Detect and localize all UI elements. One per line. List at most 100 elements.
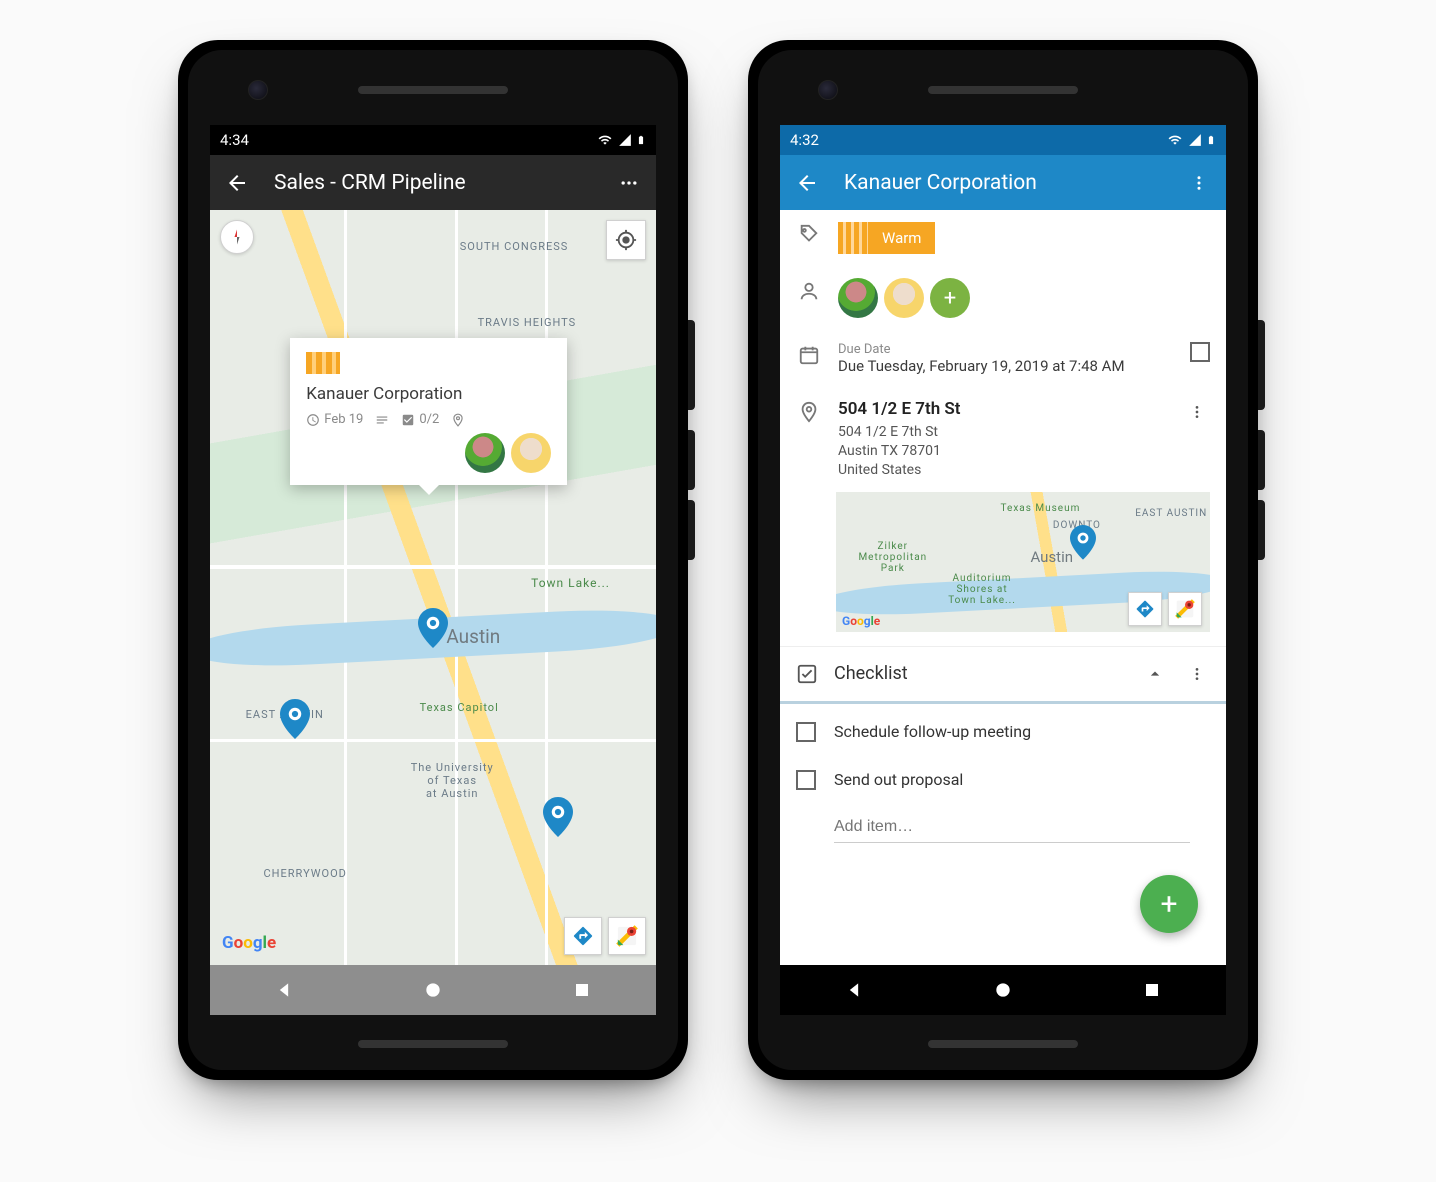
mini-map-pin	[1070, 525, 1096, 559]
members-row: +	[780, 266, 1226, 330]
due-date-value: Due Tuesday, February 19, 2019 at 7:48 A…	[838, 357, 1174, 375]
address-row[interactable]: 504 1/2 E 7th St 504 1/2 E 7th St Austin…	[780, 387, 1226, 492]
label-row: Warm	[780, 210, 1226, 266]
status-bar: 4:34	[210, 125, 656, 155]
more-button[interactable]	[1186, 170, 1212, 196]
status-badge[interactable]: Warm	[838, 222, 1210, 254]
due-date-row[interactable]: Due Date Due Tuesday, February 19, 2019 …	[780, 330, 1226, 387]
mini-label-museum: Texas Museum	[1001, 503, 1081, 514]
nav-home-button[interactable]	[420, 977, 446, 1003]
nav-back-button[interactable]	[841, 977, 867, 1003]
map-info-card[interactable]: Kanauer Corporation Feb 19 0/2	[290, 338, 567, 485]
directions-icon	[572, 925, 594, 947]
add-member-button[interactable]: +	[930, 278, 970, 318]
checklist-checkbox[interactable]	[796, 770, 816, 790]
card-meta: Feb 19 0/2	[306, 412, 551, 427]
checklist-label: Schedule follow-up meeting	[834, 722, 1031, 741]
address-line3: United States	[838, 461, 1168, 480]
due-date-checkbox[interactable]	[1190, 342, 1210, 362]
avatar[interactable]	[838, 278, 878, 318]
calendar-icon	[798, 344, 820, 366]
checklist-header[interactable]: Checklist	[780, 646, 1226, 701]
map-pin-south[interactable]	[543, 797, 573, 837]
android-nav-bar	[210, 965, 656, 1015]
google-maps-icon	[616, 925, 638, 947]
more-button[interactable]	[616, 170, 642, 196]
back-button[interactable]	[224, 170, 250, 196]
google-attribution: Google	[842, 614, 880, 628]
nav-recents-button[interactable]	[569, 977, 595, 1003]
checklist-title: Checklist	[834, 663, 1126, 684]
map-pin-east-austin[interactable]	[280, 699, 310, 739]
directions-icon	[1135, 599, 1155, 619]
address-more-button[interactable]	[1184, 399, 1210, 425]
address-line2: Austin TX 78701	[838, 442, 1168, 461]
battery-icon	[1206, 132, 1216, 148]
status-icons	[1166, 132, 1216, 148]
more-vert-icon	[1189, 404, 1205, 420]
open-google-maps-button[interactable]	[1168, 592, 1202, 626]
nav-recents-button[interactable]	[1139, 977, 1165, 1003]
app-bar: Sales - CRM Pipeline	[210, 155, 656, 210]
compass-button[interactable]	[220, 220, 254, 254]
mini-label-austin: Austin	[1030, 548, 1073, 566]
more-vert-icon	[1190, 174, 1208, 192]
checklist-label: Send out proposal	[834, 770, 963, 789]
nav-back-button[interactable]	[271, 977, 297, 1003]
google-maps-icon	[1175, 599, 1195, 619]
checklist-checkbox[interactable]	[796, 722, 816, 742]
detail-body: Warm + Due Date	[780, 210, 1226, 965]
avatar[interactable]	[884, 278, 924, 318]
nav-home-button[interactable]	[990, 977, 1016, 1003]
fab-add-button[interactable]: +	[1140, 875, 1198, 933]
person-icon	[798, 280, 820, 302]
status-badge-label: Warm	[868, 222, 935, 254]
location-icon	[451, 413, 465, 427]
map-label-capitol: Texas Capitol	[420, 701, 499, 714]
map-view[interactable]: SOUTH CONGRESS TRAVIS HEIGHTS Austin Tow…	[210, 210, 656, 965]
back-button[interactable]	[794, 170, 820, 196]
address-title: 504 1/2 E 7th St	[838, 399, 1168, 419]
avatar	[465, 433, 505, 473]
mini-label-auditorium: Auditorium Shores at Town Lake...	[948, 573, 1016, 606]
page-title: Kanauer Corporation	[844, 171, 1162, 195]
crosshair-icon	[615, 229, 637, 251]
chevron-up-icon	[1145, 664, 1165, 684]
checklist-item[interactable]: Send out proposal	[780, 756, 1226, 804]
checklist-icon	[401, 413, 415, 427]
open-google-maps-button[interactable]	[608, 917, 646, 955]
checklist-collapse-button[interactable]	[1142, 661, 1168, 687]
map-label-town-lake: Town Lake...	[531, 576, 610, 590]
signal-icon	[618, 133, 632, 147]
mini-map[interactable]: Texas Museum DOWNTO EAST AUSTIN Austin Z…	[836, 492, 1210, 632]
compass-icon	[227, 227, 247, 247]
page-title: Sales - CRM Pipeline	[274, 171, 592, 195]
arrow-back-icon	[795, 171, 819, 195]
checklist-item[interactable]: Schedule follow-up meeting	[780, 708, 1226, 756]
status-bar: 4:32	[780, 125, 1226, 155]
app-bar: Kanauer Corporation	[780, 155, 1226, 210]
checklist-more-button[interactable]	[1184, 661, 1210, 687]
directions-button[interactable]	[564, 917, 602, 955]
status-color-chip	[306, 352, 340, 374]
map-label-cherrywood: CHERRYWOOD	[264, 867, 347, 880]
more-horiz-icon	[619, 173, 639, 193]
map-label-travis-heights: TRAVIS HEIGHTS	[478, 316, 577, 329]
phone-frame-right: 4:32 Kanauer Corporation	[748, 40, 1258, 1080]
add-checklist-input[interactable]	[834, 812, 1190, 843]
map-pin-austin[interactable]	[418, 608, 448, 648]
clock-icon	[306, 413, 320, 427]
status-icons	[596, 132, 646, 148]
checkbox-done-icon	[796, 663, 818, 685]
avatar	[511, 433, 551, 473]
more-vert-icon	[1189, 666, 1205, 682]
android-nav-bar	[780, 965, 1226, 1015]
tag-icon	[798, 224, 820, 246]
battery-icon	[636, 132, 646, 148]
directions-button[interactable]	[1128, 592, 1162, 626]
card-task-count: 0/2	[419, 412, 439, 427]
map-label-ut: The University of Texas at Austin	[411, 761, 494, 800]
locate-button[interactable]	[606, 220, 646, 260]
address-line1: 504 1/2 E 7th St	[838, 423, 1168, 442]
phone-frame-left: 4:34 Sales - CRM Pipeline	[178, 40, 688, 1080]
